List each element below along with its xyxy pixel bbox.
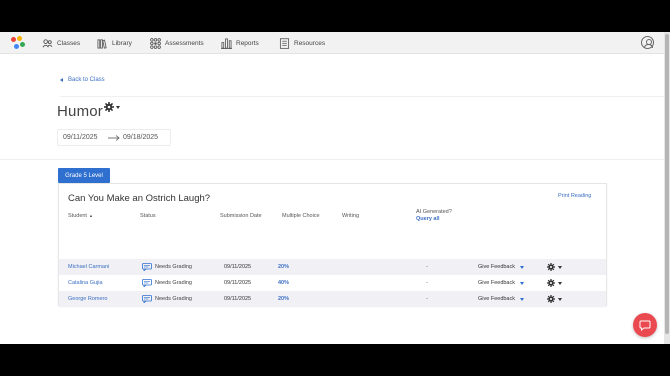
table-row: George Romero Needs Grading 09/11/2025 20% -… xyxy=(59,291,606,307)
back-to-class-link[interactable]: Back to Class xyxy=(60,77,105,83)
header-student[interactable]: Student ▲ xyxy=(68,213,93,219)
reports-icon xyxy=(221,38,232,49)
back-link-label: Back to Class xyxy=(68,77,105,83)
profile-avatar-icon[interactable] xyxy=(641,36,654,49)
divider xyxy=(60,96,664,97)
gear-icon xyxy=(547,295,555,303)
assignment-card: Can You Make an Ostrich Laugh? Print Rea… xyxy=(58,183,607,307)
nav-reports[interactable]: Reports xyxy=(221,32,259,54)
needs-grading-icon xyxy=(142,295,152,303)
nav-assessments[interactable]: Assessments xyxy=(150,32,204,54)
row-settings-menu[interactable] xyxy=(547,275,562,291)
date-range-picker[interactable]: 09/11/2025 09/18/2025 xyxy=(57,129,171,146)
scrollbar-thumb[interactable] xyxy=(665,34,669,334)
header-writing: Writing xyxy=(342,213,360,219)
assessments-icon xyxy=(150,37,161,49)
give-feedback-dropdown[interactable]: Give Feedback xyxy=(478,259,524,275)
student-name-link[interactable]: George Romero xyxy=(68,291,107,307)
nav-library[interactable]: Library xyxy=(97,32,132,54)
give-feedback-dropdown[interactable]: Give Feedback xyxy=(478,275,524,291)
back-arrow-icon xyxy=(60,78,63,82)
sort-arrow-icon: ▲ xyxy=(88,213,93,218)
dropdown-caret-icon xyxy=(558,281,562,285)
end-date: 09/18/2025 xyxy=(123,134,159,141)
status-cell: Needs Grading xyxy=(142,259,192,275)
submission-date: 09/11/2025 xyxy=(224,280,252,286)
settings-gear-icon[interactable] xyxy=(104,102,114,112)
query-all-link[interactable]: Query all xyxy=(416,216,452,223)
title-menu-caret-icon[interactable] xyxy=(116,106,120,109)
needs-grading-icon xyxy=(142,279,152,287)
app-logo[interactable] xyxy=(11,36,25,50)
multiple-choice-score[interactable]: 20% xyxy=(278,291,289,307)
ai-generated-value: - xyxy=(426,296,428,302)
header-multiple-choice: Multiple Choice xyxy=(282,213,320,219)
chat-bubble-icon xyxy=(639,320,651,331)
dropdown-caret-icon xyxy=(558,265,562,269)
library-icon xyxy=(97,38,107,49)
multiple-choice-score[interactable]: 40% xyxy=(278,275,289,291)
dropdown-caret-icon xyxy=(558,297,562,301)
page-scrollbar[interactable] xyxy=(664,32,670,344)
header-status: Status xyxy=(140,213,156,219)
header-submission-date: Submission Date xyxy=(220,213,262,219)
ai-generated-value: - xyxy=(426,264,428,270)
page-title: Humor xyxy=(57,103,104,120)
needs-grading-icon xyxy=(142,263,152,271)
app-screen: Classes Library Assessments Reports Reso… xyxy=(0,32,664,344)
multiple-choice-score[interactable]: 20% xyxy=(278,259,289,275)
dropdown-caret-icon xyxy=(520,281,524,285)
header-ai-generated: AI Generated? Query all xyxy=(416,209,452,223)
arrow-right-icon xyxy=(108,135,120,141)
ai-generated-value: - xyxy=(426,280,428,286)
print-reading-link[interactable]: Print Reading xyxy=(558,193,591,199)
top-nav: Classes Library Assessments Reports Reso… xyxy=(0,32,664,54)
table-row: Michael Carmani Needs Grading 09/11/2025 20… xyxy=(59,259,606,275)
status-cell: Needs Grading xyxy=(142,291,192,307)
nav-classes[interactable]: Classes xyxy=(42,32,80,54)
start-date: 09/11/2025 xyxy=(63,134,98,141)
nav-classes-label: Classes xyxy=(57,39,81,47)
nav-assessments-label: Assessments xyxy=(165,39,204,47)
nav-library-label: Library xyxy=(112,39,132,47)
nav-reports-label: Reports xyxy=(236,39,259,47)
nav-resources-label: Resources xyxy=(294,39,326,47)
submission-date: 09/11/2025 xyxy=(224,296,252,302)
student-name-link[interactable]: Catalina Gujia xyxy=(68,275,103,291)
gear-icon xyxy=(547,263,555,271)
table-row: Catalina Gujia Needs Grading 09/11/2025 40%… xyxy=(59,275,606,291)
row-settings-menu[interactable] xyxy=(547,259,562,275)
resources-icon xyxy=(279,37,290,49)
nav-resources[interactable]: Resources xyxy=(279,32,325,54)
classes-icon xyxy=(42,38,53,47)
assignment-title: Can You Make an Ostrich Laugh? xyxy=(68,193,211,204)
student-name-link[interactable]: Michael Carmani xyxy=(68,259,109,275)
chat-button[interactable] xyxy=(633,313,657,337)
dropdown-caret-icon xyxy=(520,297,524,301)
give-feedback-dropdown[interactable]: Give Feedback xyxy=(478,291,524,307)
gear-icon xyxy=(547,279,555,287)
dropdown-caret-icon xyxy=(520,265,524,269)
tab-grade-level[interactable]: Grade 5 Level xyxy=(58,168,110,183)
submission-date: 09/11/2025 xyxy=(224,264,252,270)
status-cell: Needs Grading xyxy=(142,275,192,291)
divider xyxy=(0,159,664,160)
row-settings-menu[interactable] xyxy=(547,291,562,307)
